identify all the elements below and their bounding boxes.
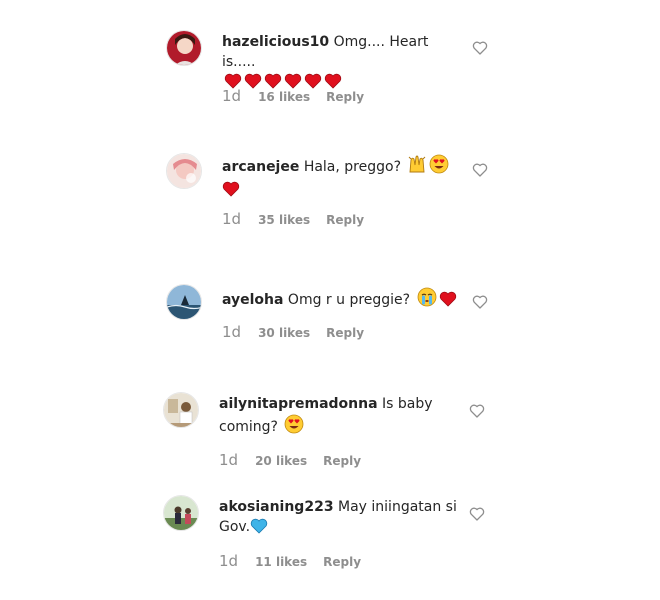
red-heart-icon [439, 291, 457, 313]
like-heart-icon[interactable] [472, 294, 488, 310]
reply-button[interactable]: Reply [323, 555, 361, 569]
comment-meta: 1d 35 likes Reply [222, 210, 364, 228]
heart-eyes-icon [284, 414, 304, 440]
comment-text: akosianing223 May iniingatan si Gov. [219, 497, 459, 540]
comment-body: Omg r u preggie? [287, 292, 411, 308]
like-heart-icon[interactable] [469, 403, 485, 419]
comment-time[interactable]: 1d [222, 323, 241, 341]
comment-text: ayeloha Omg r u preggie? [222, 287, 458, 313]
avatar[interactable] [166, 30, 202, 66]
comment-username[interactable]: ailynitapremadonna [219, 396, 378, 412]
comment-likes[interactable]: 30 likes [258, 326, 310, 340]
comment-body: Hala, preggo? [303, 159, 402, 175]
comment-time[interactable]: 1d [222, 210, 241, 228]
hands-raised-icon [407, 154, 427, 180]
avatar[interactable] [166, 153, 202, 189]
comment-meta: 1d 11 likes Reply [219, 552, 361, 570]
comment-time[interactable]: 1d [219, 552, 238, 570]
comment-meta: 1d 16 likes Reply [222, 87, 364, 105]
reply-button[interactable]: Reply [326, 90, 364, 104]
comment-username[interactable]: ayeloha [222, 292, 283, 308]
comment-text: ailynitapremadonna Is baby coming? [219, 394, 459, 440]
reply-button[interactable]: Reply [326, 326, 364, 340]
comment-time[interactable]: 1d [219, 451, 238, 469]
comment-text: arcanejee Hala, preggo? [222, 154, 458, 203]
avatar[interactable] [166, 284, 202, 320]
comment-likes[interactable]: 16 likes [258, 90, 310, 104]
like-heart-icon[interactable] [469, 506, 485, 522]
comment-time[interactable]: 1d [222, 87, 241, 105]
comment-username[interactable]: hazelicious10 [222, 34, 329, 50]
like-heart-icon[interactable] [472, 162, 488, 178]
blue-heart-icon [250, 518, 268, 540]
comment-likes[interactable]: 20 likes [255, 454, 307, 468]
crying-icon [417, 287, 437, 313]
reply-button[interactable]: Reply [323, 454, 361, 468]
comment-meta: 1d 30 likes Reply [222, 323, 364, 341]
comment-meta: 1d 20 likes Reply [219, 451, 361, 469]
like-heart-icon[interactable] [472, 40, 488, 56]
avatar[interactable] [163, 495, 199, 531]
avatar[interactable] [163, 392, 199, 428]
red-heart-icon [222, 181, 240, 203]
comment-text: hazelicious10 Omg.... Heart is..... [222, 32, 458, 95]
comment-likes[interactable]: 35 likes [258, 213, 310, 227]
reply-button[interactable]: Reply [326, 213, 364, 227]
comment-username[interactable]: arcanejee [222, 159, 299, 175]
comment-likes[interactable]: 11 likes [255, 555, 307, 569]
heart-eyes-icon [429, 154, 449, 180]
comment-username[interactable]: akosianing223 [219, 499, 334, 515]
